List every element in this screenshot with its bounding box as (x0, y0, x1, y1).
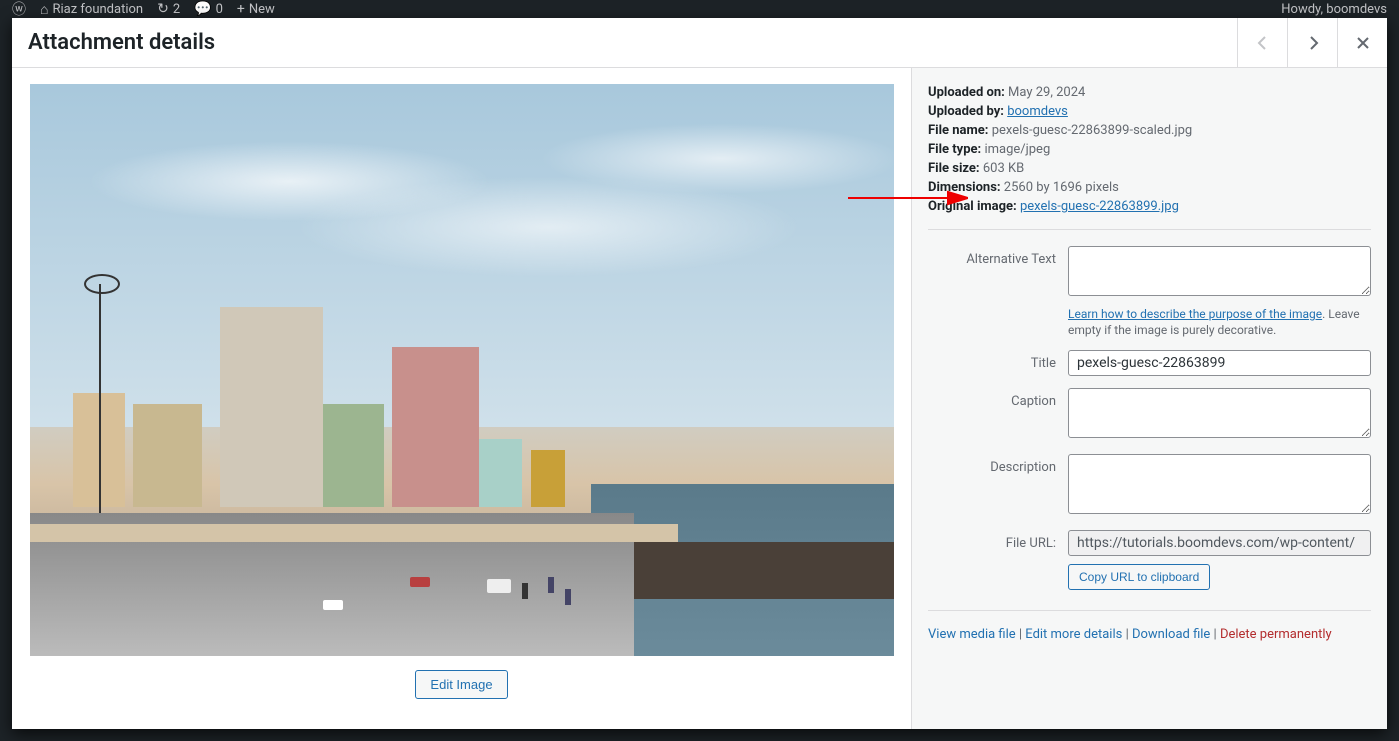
admin-bar-updates[interactable]: ↻ 2 (157, 1, 180, 17)
title-input[interactable] (1068, 350, 1371, 376)
uploaded-on: May 29, 2024 (1008, 85, 1085, 100)
modal-title: Attachment details (28, 30, 215, 55)
fileurl-input[interactable] (1068, 530, 1371, 556)
dimensions: 2560 by 1696 pixels (1004, 180, 1119, 195)
attachment-meta: Uploaded on: May 29, 2024 Uploaded by: b… (928, 84, 1371, 230)
title-label: Title (928, 350, 1068, 371)
file-size: 603 KB (983, 161, 1024, 176)
alt-help-text: Learn how to describe the purpose of the… (1068, 306, 1371, 338)
attachment-details-modal: Attachment details (12, 18, 1387, 729)
preview-pane: Edit Image (12, 68, 912, 729)
edit-more-link[interactable]: Edit more details (1025, 627, 1122, 642)
caption-input[interactable] (1068, 388, 1371, 438)
alt-help-link[interactable]: Learn how to describe the purpose of the… (1068, 307, 1322, 321)
caption-label: Caption (928, 388, 1068, 409)
home-icon: ⌂ (40, 1, 48, 18)
file-name: pexels-guesc-22863899-scaled.jpg (992, 123, 1193, 138)
view-media-link[interactable]: View media file (928, 627, 1016, 642)
file-type: image/jpeg (984, 142, 1050, 157)
chevron-right-icon (1305, 35, 1321, 51)
description-input[interactable] (1068, 454, 1371, 514)
close-icon (1355, 35, 1371, 51)
plus-icon: + (237, 1, 245, 17)
chevron-left-icon (1255, 35, 1271, 51)
details-pane: Uploaded on: May 29, 2024 Uploaded by: b… (912, 68, 1387, 729)
admin-bar-wp[interactable]: ⓦ (12, 0, 26, 19)
alt-text-input[interactable] (1068, 246, 1371, 296)
original-image-link[interactable]: pexels-guesc-22863899.jpg (1020, 199, 1179, 214)
admin-bar-new[interactable]: + New (237, 1, 275, 17)
description-label: Description (928, 454, 1068, 475)
admin-bar-howdy[interactable]: Howdy, boomdevs (1281, 2, 1387, 17)
next-button[interactable] (1287, 18, 1337, 67)
admin-bar-site[interactable]: ⌂ Riaz foundation (40, 1, 143, 18)
admin-bar-comments[interactable]: 💬 0 (194, 1, 223, 17)
alt-text-label: Alternative Text (928, 246, 1068, 267)
delete-link[interactable]: Delete permanently (1220, 627, 1332, 642)
comment-icon: 💬 (194, 1, 211, 17)
admin-bar: ⓦ ⌂ Riaz foundation ↻ 2 💬 0 + New Howdy,… (0, 0, 1399, 18)
attachment-image (30, 84, 894, 656)
download-link[interactable]: Download file (1132, 627, 1210, 642)
close-button[interactable] (1337, 18, 1387, 67)
attachment-actions: View media file | Edit more details | Do… (928, 610, 1371, 642)
copy-url-button[interactable]: Copy URL to clipboard (1068, 564, 1210, 590)
edit-image-button[interactable]: Edit Image (415, 670, 507, 699)
modal-header: Attachment details (12, 18, 1387, 68)
prev-button[interactable] (1237, 18, 1287, 67)
uploaded-by-link[interactable]: boomdevs (1007, 104, 1068, 119)
fileurl-label: File URL: (928, 530, 1068, 551)
refresh-icon: ↻ (157, 1, 169, 17)
